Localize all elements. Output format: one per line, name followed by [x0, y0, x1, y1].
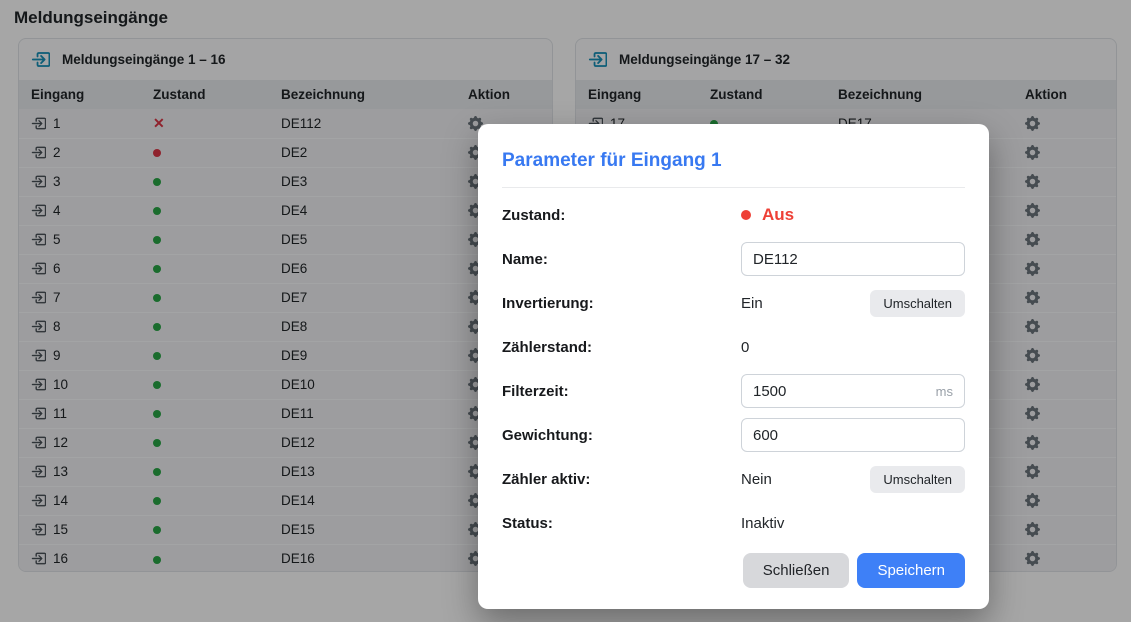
- field-zaehlerstand: Zählerstand: 0: [502, 330, 965, 364]
- filterzeit-input[interactable]: [741, 374, 965, 408]
- field-name: Name:: [502, 242, 965, 276]
- zaehler-aktiv-value: Nein: [741, 471, 772, 488]
- field-label: Zustand:: [502, 207, 741, 224]
- field-label: Zähler aktiv:: [502, 471, 741, 488]
- zaehlerstand-value: 0: [741, 339, 749, 356]
- dialog-footer: Schließen Speichern: [502, 553, 965, 588]
- field-label: Status:: [502, 515, 741, 532]
- field-status: Status: Inaktiv: [502, 506, 965, 540]
- field-invertierung: Invertierung: Ein Umschalten: [502, 286, 965, 320]
- status-value: Aus: [762, 205, 794, 225]
- zaehler-aktiv-toggle-button[interactable]: Umschalten: [870, 466, 965, 493]
- field-label: Filterzeit:: [502, 383, 741, 400]
- field-label: Invertierung:: [502, 295, 741, 312]
- field-label: Name:: [502, 251, 741, 268]
- field-zustand: Zustand: Aus: [502, 198, 965, 232]
- field-label: Zählerstand:: [502, 339, 741, 356]
- status-off-dot-icon: [741, 210, 751, 220]
- invertierung-toggle-button[interactable]: Umschalten: [870, 290, 965, 317]
- save-button[interactable]: Speichern: [857, 553, 965, 588]
- field-label: Gewichtung:: [502, 427, 741, 444]
- field-zaehler-aktiv: Zähler aktiv: Nein Umschalten: [502, 462, 965, 496]
- close-button[interactable]: Schließen: [743, 553, 850, 588]
- status-value-text: Inaktiv: [741, 515, 784, 532]
- field-filterzeit: Filterzeit: ms: [502, 374, 965, 408]
- name-input[interactable]: [741, 242, 965, 276]
- divider: [502, 187, 965, 188]
- dialog-title: Parameter für Eingang 1: [502, 150, 965, 172]
- invertierung-value: Ein: [741, 295, 763, 312]
- parameter-dialog: Parameter für Eingang 1 Zustand: Aus Nam…: [478, 124, 989, 609]
- field-gewichtung: Gewichtung:: [502, 418, 965, 452]
- gewichtung-input[interactable]: [741, 418, 965, 452]
